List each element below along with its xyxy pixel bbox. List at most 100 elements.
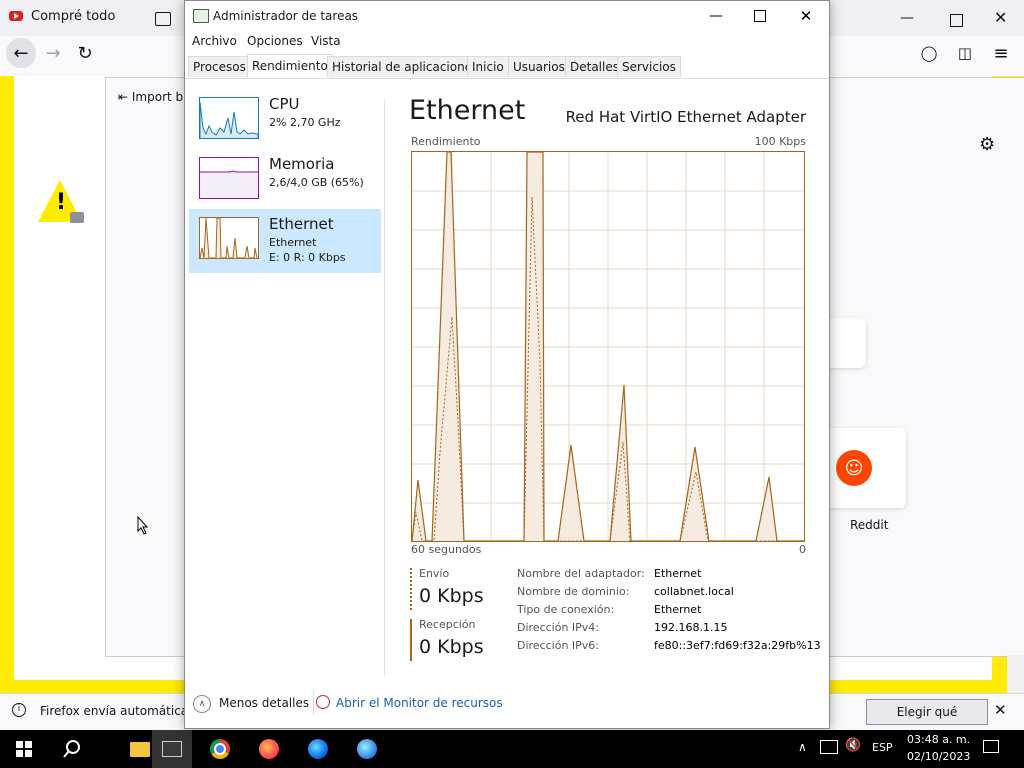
- task-manager-taskbar-icon[interactable]: [152, 730, 192, 768]
- import-label: Import b: [131, 90, 184, 104]
- prop-value: fe80::3ef7:fd69:f32a:29fb%13: [654, 639, 821, 652]
- volume-muted-icon[interactable]: 🔇: [845, 738, 861, 753]
- menu-opciones[interactable]: Opciones: [247, 34, 303, 48]
- resource-name: CPU: [269, 95, 300, 113]
- chevron-up-circle-icon[interactable]: ∧: [193, 695, 211, 713]
- import-icon: ⇤: [118, 90, 132, 104]
- mouse-cursor-icon: [137, 516, 149, 535]
- footer: ∧ Menos detalles Abrir el Monitor de rec…: [185, 687, 829, 727]
- resource-ethernet[interactable]: Ethernet Ethernet E: 0 R: 0 Kbps: [189, 209, 381, 273]
- clock-time[interactable]: 03:48 a. m.: [907, 733, 970, 746]
- close-notification-icon[interactable]: ✕: [994, 701, 1007, 719]
- open-resource-monitor-link[interactable]: Abrir el Monitor de recursos: [336, 696, 503, 710]
- graph-min: 0: [799, 543, 806, 556]
- pocket-icon[interactable]: ◯: [914, 38, 944, 68]
- minimize-button[interactable]: —: [693, 1, 739, 31]
- minimize-icon[interactable]: —: [900, 10, 914, 26]
- maximize-button[interactable]: [737, 1, 783, 31]
- tab-servicios[interactable]: Servicios: [617, 56, 681, 77]
- divider: [384, 99, 385, 676]
- cpu-sparkline: [199, 97, 259, 139]
- firefox-nightly-icon[interactable]: [347, 730, 387, 768]
- tab-historial[interactable]: Historial de aplicaciones: [327, 56, 484, 77]
- tab-strip: Procesos Rendimiento Historial de aplica…: [185, 54, 829, 79]
- task-manager-window: Administrador de tareas — ✕ Archivo Opci…: [184, 0, 830, 729]
- maximize-icon[interactable]: [950, 14, 963, 27]
- resource-cpu[interactable]: CPU 2% 2,70 GHz: [189, 89, 381, 153]
- tab-usuarios[interactable]: Usuarios: [508, 56, 570, 77]
- ethernet-sparkline: [199, 217, 259, 259]
- send-value: 0 Kbps: [419, 585, 484, 607]
- reload-icon[interactable]: ↻: [70, 38, 100, 68]
- window-title: Administrador de tareas: [213, 9, 359, 23]
- clock-date[interactable]: 02/10/2023: [907, 750, 970, 763]
- resource-name: Memoria: [269, 155, 335, 173]
- browser-tab[interactable]: Compré todo: [0, 0, 115, 36]
- memory-sparkline: [199, 157, 259, 199]
- resource-detail: 2% 2,70 GHz: [269, 116, 341, 129]
- menu-archivo[interactable]: Archivo: [192, 34, 237, 48]
- firefox-icon[interactable]: [249, 730, 289, 768]
- prop-value: Ethernet: [654, 603, 702, 616]
- tab-detalles[interactable]: Detalles: [565, 56, 624, 77]
- prop-key: Dirección IPv6:: [517, 639, 600, 652]
- reddit-icon: ☺: [836, 450, 872, 486]
- task-manager-icon: [193, 9, 209, 23]
- chevron-up-icon[interactable]: ∧: [798, 740, 807, 754]
- lock-icon: [70, 212, 84, 223]
- graph-label: Rendimiento: [411, 135, 481, 148]
- network-icon[interactable]: [820, 740, 838, 754]
- tab-inicio[interactable]: Inicio: [467, 56, 509, 77]
- receive-label: Recepción: [419, 618, 476, 631]
- browser-tab-title: Compré todo: [31, 9, 116, 24]
- tab-procesos[interactable]: Procesos: [188, 56, 251, 77]
- notifications-icon[interactable]: [983, 740, 999, 753]
- extensions-icon[interactable]: ◫: [950, 38, 980, 68]
- fewer-details-button[interactable]: Menos detalles: [219, 696, 309, 710]
- resource-detail: Ethernet: [269, 236, 317, 249]
- resource-memory[interactable]: Memoria 2,6/4,0 GB (65%): [189, 149, 381, 213]
- input-language[interactable]: ESP: [872, 741, 893, 754]
- tab-rendimiento[interactable]: Rendimiento: [247, 54, 333, 78]
- start-icon[interactable]: [4, 730, 44, 768]
- youtube-icon: [9, 11, 23, 21]
- tab-manager-icon[interactable]: [155, 12, 171, 26]
- resource-monitor-icon: [316, 695, 330, 709]
- menu-vista[interactable]: Vista: [311, 34, 341, 48]
- resource-name: Ethernet: [269, 215, 334, 233]
- menu-icon[interactable]: ≡: [986, 38, 1016, 68]
- scrollbar[interactable]: [1007, 655, 1024, 693]
- send-legend-line: [410, 568, 414, 610]
- prop-value: Ethernet: [654, 567, 702, 580]
- prop-key: Tipo de conexión:: [517, 603, 615, 616]
- info-icon: i: [12, 703, 26, 717]
- back-icon[interactable]: ←: [6, 38, 36, 68]
- receive-value: 0 Kbps: [419, 636, 484, 658]
- adapter-name: Red Hat VirtIO Ethernet Adapter: [565, 108, 806, 126]
- close-icon[interactable]: ✕: [994, 8, 1007, 27]
- firefox-developer-icon[interactable]: [298, 730, 338, 768]
- prop-key: Nombre de dominio:: [517, 585, 630, 598]
- resource-detail: 2,6/4,0 GB (65%): [269, 176, 364, 189]
- forward-icon[interactable]: →: [38, 38, 68, 68]
- search-icon[interactable]: [52, 730, 92, 768]
- chrome-icon[interactable]: [200, 730, 240, 768]
- prop-value: 192.168.1.15: [654, 621, 728, 634]
- settings-gear-icon[interactable]: ⚙: [979, 134, 995, 155]
- menu-bar: Archivo Opciones Vista: [185, 31, 829, 53]
- reddit-label: Reddit: [850, 518, 889, 532]
- time-span: 60 segundos: [411, 543, 482, 556]
- graph-max: 100 Kbps: [754, 135, 806, 148]
- throughput-graph: [411, 151, 805, 542]
- throughput-chart: [411, 151, 804, 542]
- prop-key: Nombre del adaptador:: [517, 567, 645, 580]
- prop-value: collabnet.local: [654, 585, 734, 598]
- resource-throughput: E: 0 R: 0 Kbps: [269, 251, 346, 264]
- close-button[interactable]: ✕: [783, 1, 829, 31]
- title-bar[interactable]: Administrador de tareas — ✕: [185, 1, 829, 33]
- detail-heading: Ethernet: [409, 95, 526, 126]
- prop-key: Dirección IPv4:: [517, 621, 600, 634]
- receive-legend-line: [410, 619, 412, 661]
- share-choice-button[interactable]: Elegir qué compartir: [866, 699, 988, 743]
- send-label: Envío: [419, 567, 450, 580]
